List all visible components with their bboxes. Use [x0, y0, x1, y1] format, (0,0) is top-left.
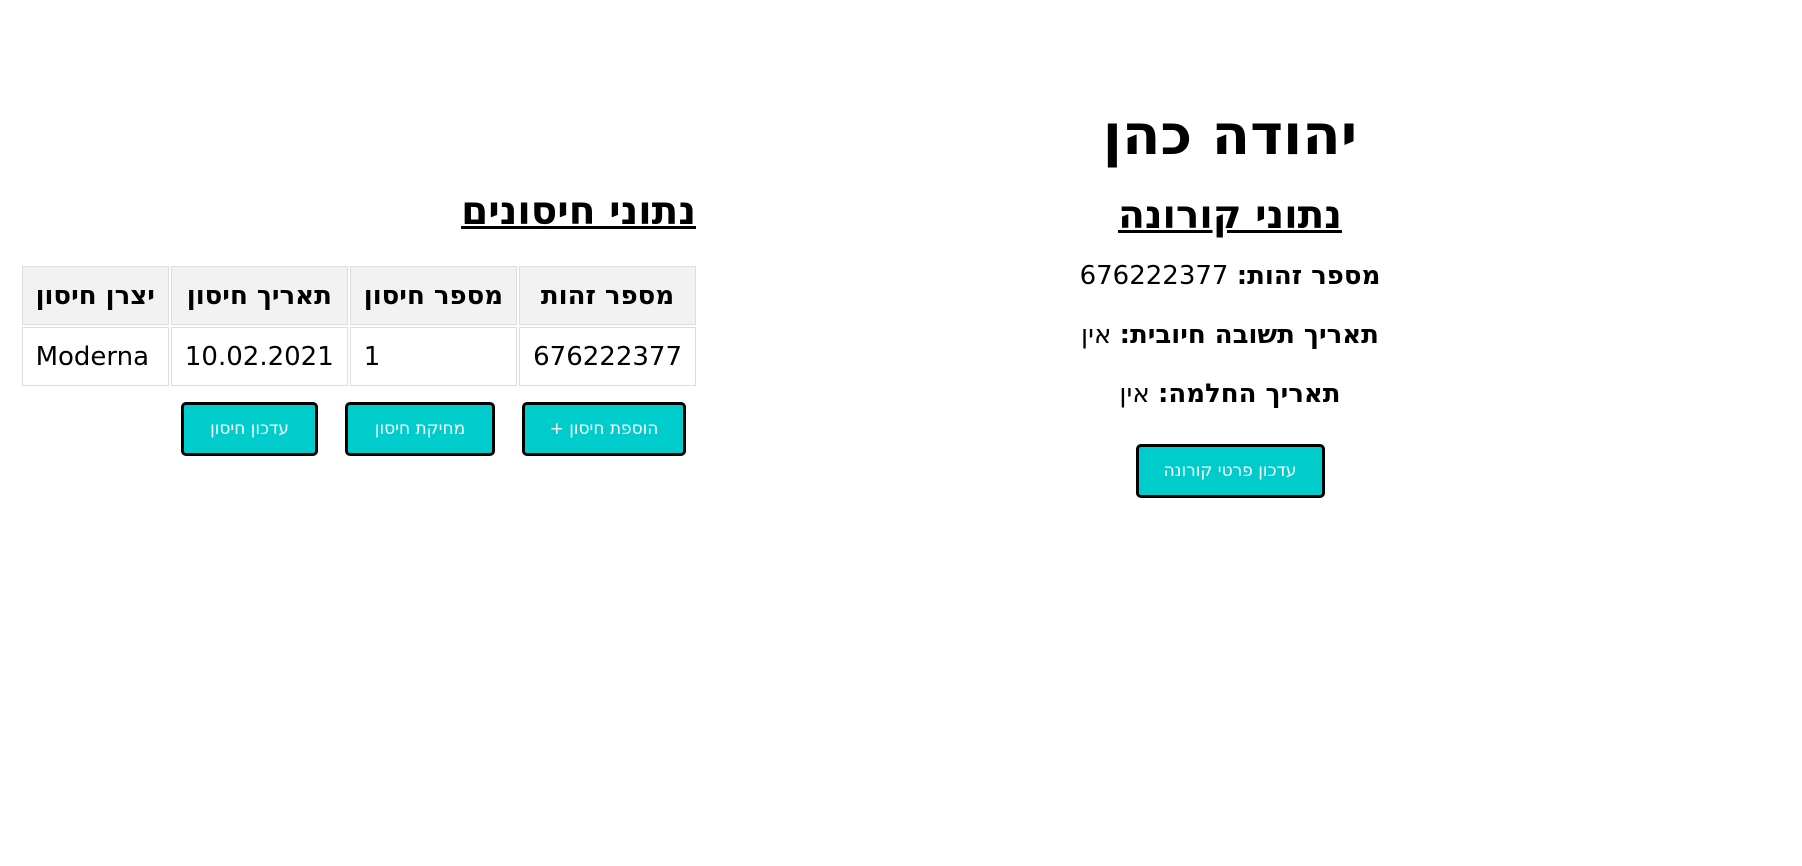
column-header-id: מספר זהות [519, 266, 696, 325]
positive-date-value: אין [1081, 320, 1112, 350]
delete-vaccine-button[interactable]: מחיקת חיסון [345, 402, 495, 456]
positive-date-label: תאריך תשובה חיובית: [1119, 320, 1379, 350]
update-corona-button[interactable]: עדכון פרטי קורונה [1135, 444, 1325, 498]
column-header-vaccine-date: תאריך חיסון [170, 266, 348, 325]
cell-id: 676222377 [519, 327, 696, 386]
corona-section-title: נתוני קורונה [1118, 193, 1342, 238]
corona-panel: יהודה כהן נתוני קורונה מספר זהות: 676222… [1020, 96, 1440, 498]
cell-vaccine-number: 1 [349, 327, 518, 386]
vaccine-panel: נתוני חיסונים מספר זהות מספר חיסון תאריך… [21, 184, 696, 456]
recovery-date-label: תאריך החלמה: [1157, 379, 1341, 409]
vaccine-section-title: נתוני חיסונים [461, 189, 696, 234]
person-name: יהודה כהן [1102, 103, 1358, 168]
corona-id-label: מספר זהות: [1236, 261, 1381, 291]
vaccine-table: מספר זהות מספר חיסון תאריך חיסון יצרן חי… [20, 264, 698, 388]
corona-id-line: מספר זהות: 676222377 [1020, 258, 1440, 294]
update-vaccine-button[interactable]: עדכון חיסון [181, 402, 318, 456]
positive-date-line: תאריך תשובה חיובית: אין [1020, 317, 1440, 353]
column-header-vaccine-number: מספר חיסון [349, 266, 518, 325]
corona-id-value: 676222377 [1079, 261, 1229, 291]
table-row[interactable]: 676222377 1 10.02.2021 Moderna [21, 327, 696, 386]
recovery-date-line: תאריך החלמה: אין [1020, 376, 1440, 412]
cell-vaccine-date: 10.02.2021 [170, 327, 348, 386]
page: יהודה כהן נתוני קורונה מספר זהות: 676222… [0, 0, 1802, 866]
add-vaccine-button[interactable]: הוספת חיסון + [522, 402, 686, 456]
recovery-date-value: אין [1119, 379, 1150, 409]
column-header-manufacturer: יצרן חיסון [21, 266, 169, 325]
vaccine-table-header-row: מספר זהות מספר חיסון תאריך חיסון יצרן חי… [21, 266, 696, 325]
vaccine-button-row: הוספת חיסון + מחיקת חיסון עדכון חיסון [66, 402, 696, 456]
cell-manufacturer: Moderna [21, 327, 169, 386]
